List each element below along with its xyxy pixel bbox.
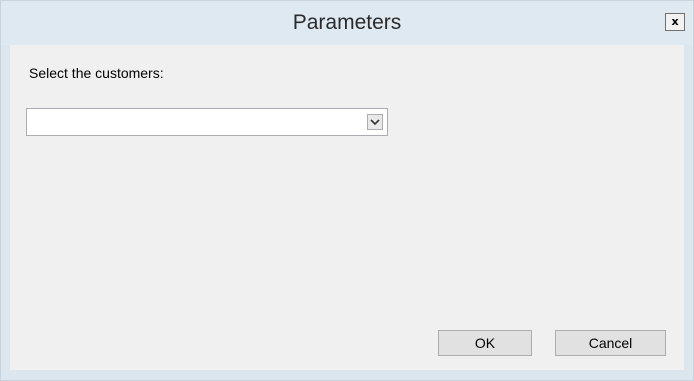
close-button[interactable]: x (665, 13, 685, 31)
chevron-down-icon (370, 119, 380, 126)
close-icon: x (671, 15, 679, 28)
cancel-button[interactable]: Cancel (555, 330, 666, 356)
title-bar: Parameters x (1, 1, 693, 45)
dialog-content: Select the customers: OK Cancel (10, 45, 684, 370)
customers-select[interactable] (26, 108, 388, 136)
parameters-dialog: Parameters x Select the customers: OK Ca… (0, 0, 694, 381)
ok-button[interactable]: OK (438, 330, 532, 356)
dialog-title: Parameters (292, 11, 402, 34)
dropdown-toggle[interactable] (367, 114, 383, 130)
customers-prompt-label: Select the customers: (29, 65, 164, 81)
